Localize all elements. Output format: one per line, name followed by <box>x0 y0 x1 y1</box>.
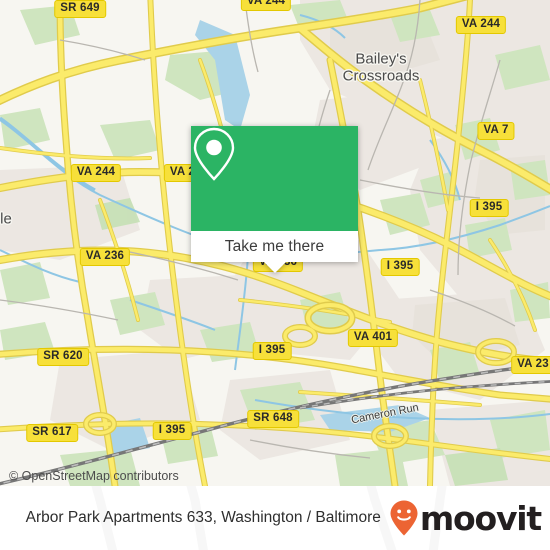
osm-attribution[interactable]: © OpenStreetMap contributors <box>9 469 179 483</box>
road-shield: I 395 <box>469 199 509 217</box>
road-shield: SR 648 <box>247 410 299 428</box>
map-canvas[interactable]: SR 649 VA 244 VA 244 VA 7 VA 244 VA 244 I 395 V… <box>0 0 550 486</box>
footer-bar: Arbor Park Apartments 633, Washington / … <box>0 486 550 550</box>
road-shield: VA 401 <box>347 329 399 347</box>
moovit-wordmark: moovit <box>419 498 542 538</box>
place-label: Bailey's <box>355 50 407 68</box>
place-label: Crossroads <box>342 67 420 85</box>
location-popup-card[interactable]: Take me there <box>191 126 358 273</box>
road-shield: SR 617 <box>26 424 78 442</box>
road-shield: SR 620 <box>37 348 89 366</box>
road-shield: I 395 <box>252 342 292 360</box>
road-shield: VA 236 <box>79 248 131 266</box>
moovit-smiley-pin-icon <box>390 500 418 536</box>
road-shield: VA 244 <box>240 0 292 11</box>
road-shield: VA 244 <box>70 164 122 182</box>
road-shield: I 395 <box>152 422 192 440</box>
moovit-logo[interactable]: moovit <box>389 498 542 538</box>
take-me-there-label: Take me there <box>224 237 325 255</box>
map-pin-icon <box>193 127 235 181</box>
popup-header <box>191 126 358 231</box>
road-shield: VA 7 <box>477 122 515 140</box>
road-shield: VA 23 <box>511 356 550 374</box>
moovit-map-screenshot: SR 649 VA 244 VA 244 VA 7 VA 244 VA 244 I 395 V… <box>0 0 550 550</box>
location-title: Arbor Park Apartments 633, Washington / … <box>25 509 381 526</box>
road-shield: I 395 <box>380 258 420 276</box>
popup-tail-pointer <box>263 262 286 273</box>
road-shield: SR 649 <box>54 0 106 18</box>
take-me-there-button[interactable]: Take me there <box>191 231 358 262</box>
road-shield: VA 244 <box>455 16 507 34</box>
place-label: le <box>0 210 12 228</box>
